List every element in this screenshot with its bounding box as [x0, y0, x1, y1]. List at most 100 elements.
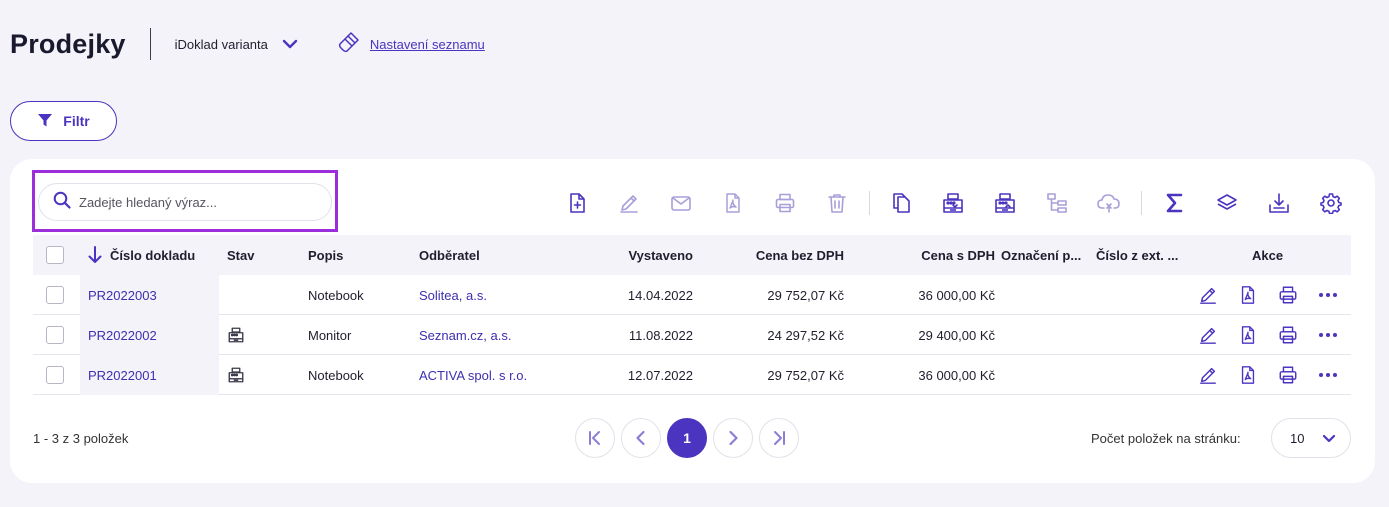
download-icon[interactable]	[1263, 187, 1295, 219]
price-vat-cell: 29 400,00 Kč	[918, 327, 995, 343]
table-row[interactable]: PR2022003 Notebook Solitea, a.s. 14.04.2…	[33, 275, 1351, 315]
description-cell: Notebook	[308, 287, 364, 303]
page-title: Prodejky	[10, 28, 126, 59]
document-number-link[interactable]: PR2022001	[80, 355, 219, 395]
variant-label: iDoklad varianta	[174, 36, 268, 52]
description-cell: Notebook	[308, 367, 364, 383]
price-vat-cell: 36 000,00 Kč	[918, 287, 995, 303]
row-checkbox[interactable]	[46, 315, 64, 355]
toolbar	[10, 187, 1375, 219]
cash-register-icon	[227, 366, 245, 384]
column-description[interactable]: Popis	[308, 235, 408, 275]
pdf-icon[interactable]	[1236, 363, 1260, 387]
layers-icon[interactable]	[1211, 187, 1243, 219]
document-number-link[interactable]: PR2022003	[80, 275, 219, 315]
filter-label: Filtr	[63, 113, 90, 129]
column-price-ex-vat[interactable]: Cena bez DPH	[724, 235, 844, 275]
column-issued[interactable]: Vystaveno	[593, 235, 693, 275]
email-icon[interactable]	[665, 187, 697, 219]
more-options-icon[interactable]	[1316, 363, 1340, 387]
pdf-icon[interactable]	[1236, 323, 1260, 347]
last-page-button[interactable]	[759, 418, 799, 458]
next-page-button[interactable]	[713, 418, 753, 458]
items-count: 1 - 3 z 3 položek	[33, 431, 129, 446]
header-divider	[149, 28, 151, 60]
more-options-icon[interactable]	[1316, 283, 1340, 307]
column-number[interactable]: Číslo dokladu	[88, 235, 218, 275]
price-ex-vat-cell: 29 752,07 Kč	[767, 367, 844, 383]
chevron-down-icon	[1322, 432, 1336, 447]
price-vat-cell: 36 000,00 Kč	[918, 367, 995, 383]
chevron-down-icon	[282, 39, 298, 49]
row-checkbox[interactable]	[46, 355, 64, 395]
print-icon[interactable]	[769, 187, 801, 219]
more-options-icon[interactable]	[1316, 323, 1340, 347]
list-settings-label: Nastavení seznamu	[369, 36, 485, 52]
first-page-button[interactable]	[575, 418, 615, 458]
edit-icon[interactable]	[1196, 323, 1220, 347]
current-page-button[interactable]: 1	[667, 418, 707, 458]
hierarchy-icon[interactable]	[1041, 187, 1073, 219]
price-ex-vat-cell: 29 752,07 Kč	[767, 287, 844, 303]
table-row[interactable]: PR2022002 Monitor Seznam.cz, a.s. 11.08.…	[33, 315, 1351, 355]
cash-register-alt-icon[interactable]	[989, 187, 1021, 219]
row-actions	[1180, 275, 1340, 315]
table-row[interactable]: PR2022001 Notebook ACTIVA spol. s r.o. 1…	[33, 355, 1351, 395]
per-page-value: 10	[1290, 430, 1305, 446]
pdf-icon[interactable]	[1236, 283, 1260, 307]
column-status[interactable]: Stav	[227, 235, 287, 275]
edit-icon[interactable]	[1196, 363, 1220, 387]
new-document-icon[interactable]	[561, 187, 593, 219]
pdf-icon[interactable]	[717, 187, 749, 219]
edit-icon[interactable]	[1196, 283, 1220, 307]
delete-icon[interactable]	[821, 187, 853, 219]
edit-icon[interactable]	[613, 187, 645, 219]
print-icon[interactable]	[1276, 283, 1300, 307]
brush-icon	[338, 31, 360, 58]
list-card: Číslo dokladu Stav Popis Odběratel Vysta…	[10, 159, 1375, 483]
status-cell	[227, 275, 287, 315]
chevron-left-icon	[633, 430, 649, 446]
column-price-vat[interactable]: Cena s DPH	[875, 235, 995, 275]
pagination: 1	[575, 418, 805, 458]
select-all-checkbox[interactable]	[46, 235, 66, 275]
issued-cell: 14.04.2022	[627, 287, 693, 303]
previous-page-button[interactable]	[621, 418, 661, 458]
first-page-icon	[587, 430, 603, 446]
print-icon[interactable]	[1276, 363, 1300, 387]
column-customer[interactable]: Odběratel	[419, 235, 569, 275]
customer-link[interactable]: Seznam.cz, a.s.	[419, 315, 511, 355]
column-ext-number[interactable]: Číslo z ext. ...	[1096, 235, 1182, 275]
copy-icon[interactable]	[885, 187, 917, 219]
document-number-link[interactable]: PR2022002	[80, 315, 219, 355]
status-cell	[227, 355, 287, 395]
toolbar-separator	[869, 191, 870, 215]
toolbar-separator	[1141, 191, 1142, 215]
customer-link[interactable]: ACTIVA spol. s r.o.	[419, 355, 527, 395]
page-header: Prodejky iDoklad varianta Nastavení sezn…	[10, 24, 610, 64]
cash-register-icon[interactable]	[937, 187, 969, 219]
settings-gear-icon[interactable]	[1315, 187, 1347, 219]
column-label[interactable]: Označení p...	[1001, 235, 1087, 275]
status-cell	[227, 315, 287, 355]
funnel-icon	[37, 112, 53, 131]
issued-cell: 11.08.2022	[628, 327, 693, 343]
column-actions: Akce	[1252, 247, 1284, 263]
description-cell: Monitor	[308, 327, 352, 343]
per-page-select[interactable]: 10	[1271, 418, 1351, 458]
per-page-label: Počet položek na stránku:	[1091, 431, 1241, 446]
list-settings-link[interactable]: Nastavení seznamu	[338, 31, 485, 58]
row-checkbox[interactable]	[46, 275, 64, 315]
variant-selector[interactable]: iDoklad varianta	[175, 37, 298, 52]
cloud-export-icon[interactable]	[1093, 187, 1125, 219]
customer-link[interactable]: Solitea, a.s.	[419, 275, 487, 315]
last-page-icon	[771, 430, 787, 446]
price-ex-vat-cell: 24 297,52 Kč	[767, 327, 844, 343]
sum-icon[interactable]	[1159, 187, 1191, 219]
sort-arrow-down-icon	[88, 246, 102, 264]
issued-cell: 12.07.2022	[627, 367, 693, 383]
row-actions	[1180, 315, 1340, 355]
print-icon[interactable]	[1276, 323, 1300, 347]
filter-button[interactable]: Filtr	[10, 101, 117, 141]
row-actions	[1180, 355, 1340, 395]
